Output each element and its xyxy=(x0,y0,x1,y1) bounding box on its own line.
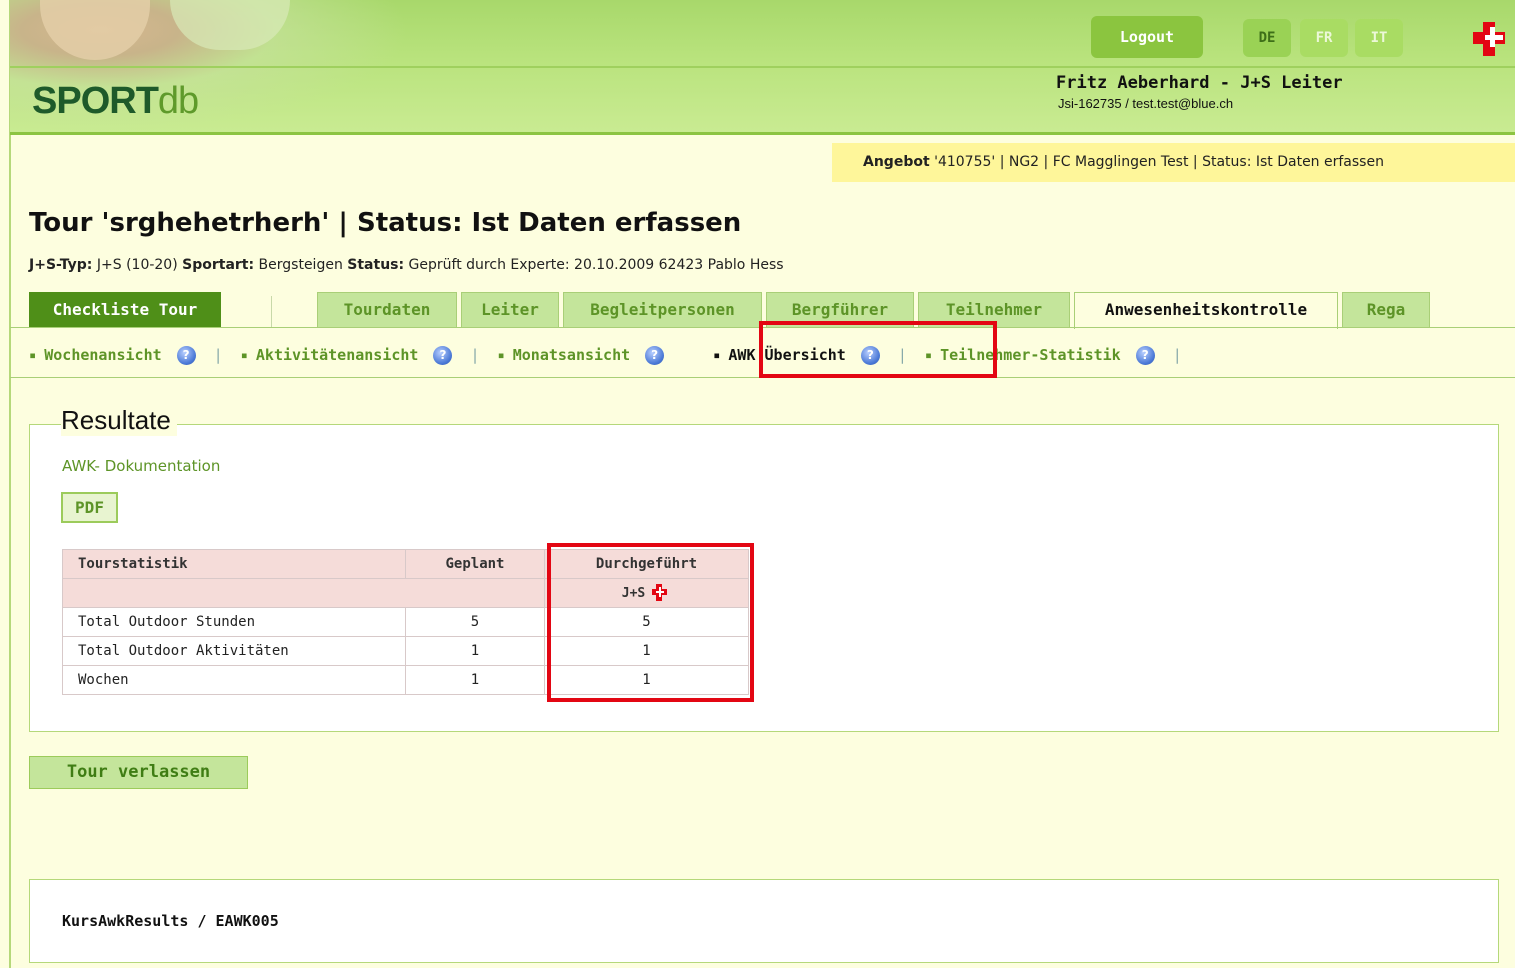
highlight-box xyxy=(547,543,754,702)
angebot-label: Angebot xyxy=(863,154,930,170)
help-icon[interactable]: ? xyxy=(645,345,665,365)
cell-geplant: 1 xyxy=(405,636,545,666)
bullet-icon: ▪ xyxy=(713,348,721,362)
subnav-label[interactable]: Monatsansicht xyxy=(513,346,630,364)
tour-meta: J+S-Typ: J+S (10-20) Sportart: Bergsteig… xyxy=(29,257,784,273)
jstyp-value: J+S (10-20) xyxy=(92,257,183,273)
help-icon[interactable]: ? xyxy=(433,345,453,365)
tab-rega[interactable]: Rega xyxy=(1342,292,1430,327)
language-it-button[interactable]: IT xyxy=(1355,19,1403,57)
angebot-bar: Angebot '410755' | NG2 | FC Magglingen T… xyxy=(832,143,1515,182)
separator: | xyxy=(1172,346,1182,364)
subnav: ▪ Wochenansicht ? | ▪ Aktivitätenansicht… xyxy=(29,338,1200,372)
language-de-button[interactable]: DE xyxy=(1243,19,1291,57)
awk-documentation-label: AWK- Dokumentation xyxy=(62,457,221,475)
subnav-label[interactable]: Wochenansicht xyxy=(44,346,161,364)
separator: | xyxy=(213,346,223,364)
bullet-icon: ▪ xyxy=(497,348,505,362)
pdf-button[interactable]: PDF xyxy=(61,492,118,523)
subnav-aktivitaetenansicht[interactable]: ▪ Aktivitätenansicht ? xyxy=(240,345,453,365)
cell-label: Wochen xyxy=(62,665,406,695)
page-title: Tour 'srghehetrherh' | Status: Ist Daten… xyxy=(29,208,742,238)
cell-geplant[interactable]: 5 xyxy=(405,607,545,637)
tab-checkliste-tour[interactable]: Checkliste Tour xyxy=(29,292,221,327)
subnav-label[interactable]: Aktivitätenansicht xyxy=(256,346,419,364)
results-legend: Resultate xyxy=(61,405,177,436)
tab-anwesenheitskontrolle[interactable]: Anwesenheitskontrolle xyxy=(1074,292,1338,329)
highlight-box xyxy=(759,321,997,378)
logo-db-text: db xyxy=(157,80,199,122)
user-id-email: Jsi-162735 / test.test@blue.ch xyxy=(1058,96,1234,111)
tab-leiter[interactable]: Leiter xyxy=(461,292,559,327)
cell-label: Total Outdoor Aktivitäten xyxy=(62,636,406,666)
jstyp-label: J+S-Typ: xyxy=(29,257,93,273)
sportart-label: Sportart: xyxy=(182,257,255,273)
column-header: Tourstatistik xyxy=(62,549,406,579)
column-header: Geplant xyxy=(405,549,545,579)
js-logo-icon xyxy=(1473,22,1505,56)
cell-label: Total Outdoor Stunden xyxy=(62,607,406,637)
sportart-value: Bergsteigen xyxy=(254,257,348,273)
tab-divider xyxy=(271,296,272,328)
help-icon[interactable]: ? xyxy=(1135,345,1155,365)
tab-begleitpersonen[interactable]: Begleitpersonen xyxy=(563,292,762,327)
logo-sport-text: SPORT xyxy=(32,80,159,122)
tab-tourdaten[interactable]: Tourdaten xyxy=(317,292,457,327)
subnav-wochenansicht[interactable]: ▪ Wochenansicht ? xyxy=(29,345,196,365)
bullet-icon: ▪ xyxy=(29,348,37,362)
sportdb-logo[interactable]: SPORTdb xyxy=(32,80,199,123)
tour-verlassen-button[interactable]: Tour verlassen xyxy=(29,756,248,789)
page-identifier: KursAwkResults / EAWK005 xyxy=(62,912,279,930)
user-name: Fritz Aeberhard - J+S Leiter xyxy=(1056,73,1343,93)
help-icon[interactable]: ? xyxy=(176,345,196,365)
status-label: Status: xyxy=(347,257,405,273)
angebot-details: '410755' | NG2 | FC Magglingen Test | St… xyxy=(929,154,1384,170)
cell-geplant: 1 xyxy=(405,665,545,695)
logout-button[interactable]: Logout xyxy=(1091,16,1203,58)
empty-subheader xyxy=(62,578,545,608)
language-fr-button[interactable]: FR xyxy=(1300,19,1348,57)
separator: | xyxy=(470,346,480,364)
bullet-icon: ▪ xyxy=(240,348,248,362)
status-value: Geprüft durch Experte: 20.10.2009 62423 … xyxy=(404,257,784,273)
subnav-monatsansicht[interactable]: ▪ Monatsansicht ? xyxy=(497,345,665,365)
